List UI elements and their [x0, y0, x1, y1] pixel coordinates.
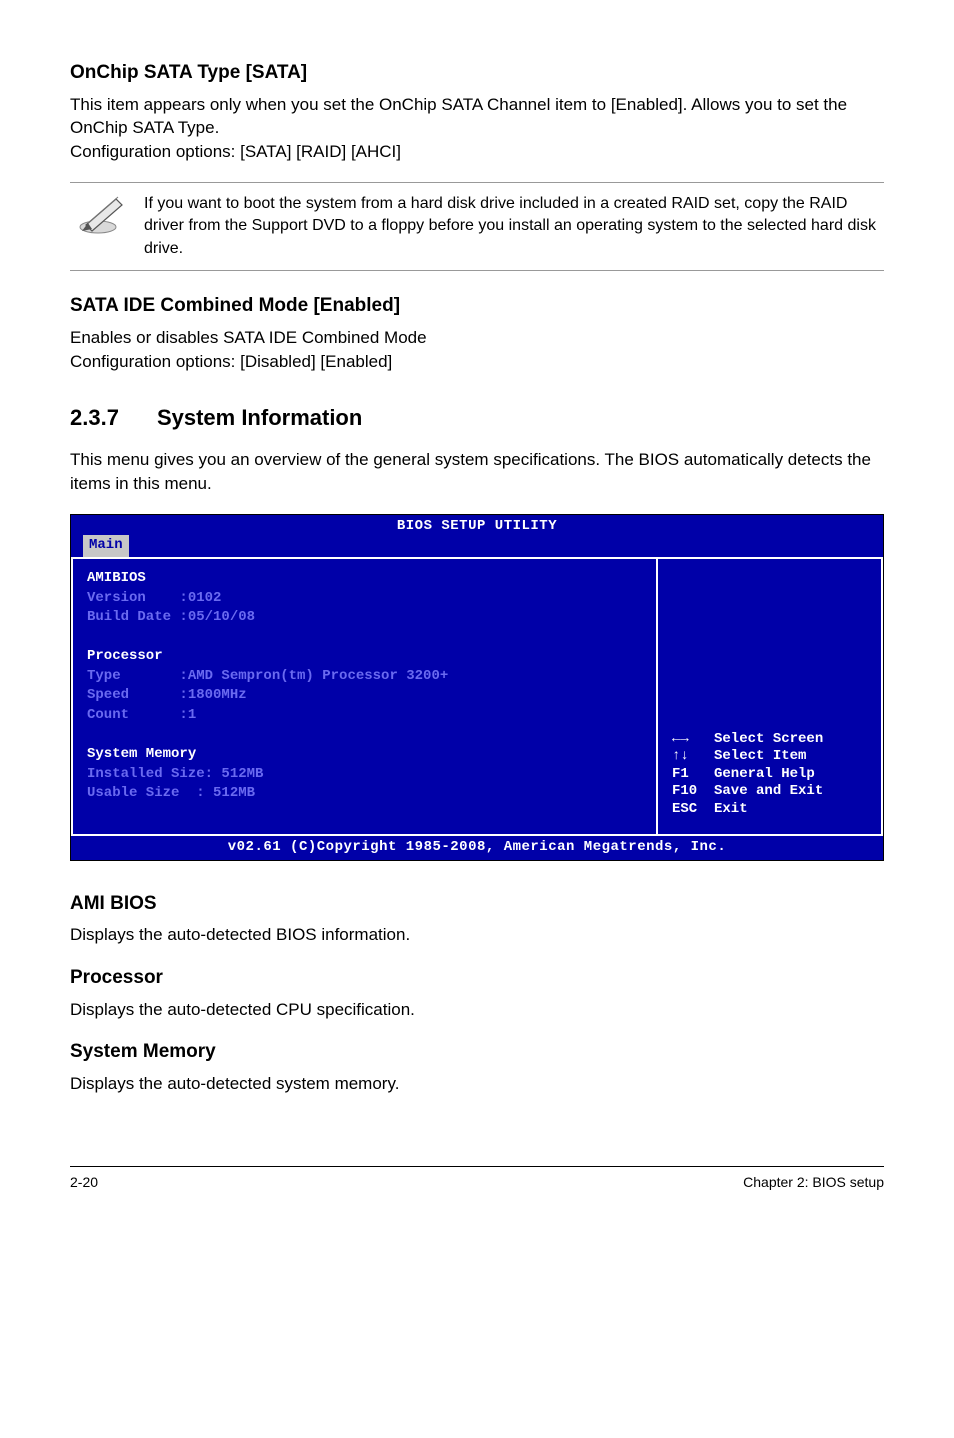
para-sysinfo-intro: This menu gives you an overview of the g… [70, 448, 884, 496]
para-system-memory: Displays the auto-detected system memory… [70, 1072, 884, 1096]
heading-onchip-sata: OnChip SATA Type [SATA] [70, 60, 884, 87]
bios-screen: BIOS SETUP UTILITY Main AMIBIOS Version … [70, 514, 884, 861]
para-sata-combined: Enables or disables SATA IDE Combined Mo… [70, 326, 884, 374]
section-title: System Information [157, 403, 362, 434]
bios-tab-main: Main [83, 535, 129, 557]
bios-title: BIOS SETUP UTILITY [71, 515, 883, 538]
note-text: If you want to boot the system from a ha… [144, 193, 884, 260]
heading-system-memory: System Memory [70, 1039, 884, 1066]
bios-panel-right: ←→ Select Screen ↑↓ Select Item F1 Gener… [658, 559, 883, 836]
para-onchip-sata: This item appears only when you set the … [70, 93, 884, 164]
note-block: If you want to boot the system from a ha… [70, 182, 884, 271]
para-processor: Displays the auto-detected CPU specifica… [70, 998, 884, 1022]
page-number: 2-20 [70, 1173, 98, 1193]
chapter-label: Chapter 2: BIOS setup [743, 1173, 884, 1193]
heading-sata-combined: SATA IDE Combined Mode [Enabled] [70, 293, 884, 320]
heading-processor: Processor [70, 965, 884, 992]
section-number: 2.3.7 [70, 403, 119, 434]
page-footer: 2-20 Chapter 2: BIOS setup [70, 1166, 884, 1193]
bios-help-keys: ←→ Select Screen ↑↓ Select Item F1 Gener… [672, 731, 823, 819]
bios-panel-left: AMIBIOS Version :0102 Build Date :05/10/… [71, 559, 658, 836]
pencil-note-icon [76, 193, 126, 235]
heading-ami-bios: AMI BIOS [70, 891, 884, 918]
para-ami-bios: Displays the auto-detected BIOS informat… [70, 923, 884, 947]
bios-tab-row: Main [71, 535, 883, 557]
section-heading-sysinfo: 2.3.7 System Information [70, 403, 884, 434]
bios-footer: v02.61 (C)Copyright 1985-2008, American … [71, 836, 883, 860]
